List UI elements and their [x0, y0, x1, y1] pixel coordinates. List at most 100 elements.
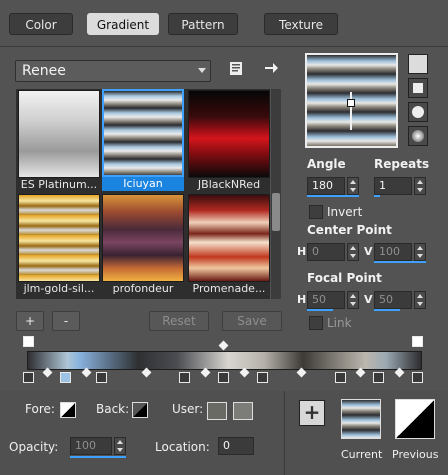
gradient-name: profondeur	[112, 282, 174, 295]
center-v-label: V	[364, 245, 373, 258]
angle-handle-knob[interactable]	[347, 99, 355, 107]
gradient-name: ES Platinum...	[20, 178, 98, 191]
repeats-input[interactable]: 1	[374, 177, 412, 195]
reset-button[interactable]: Reset	[149, 311, 209, 331]
chevron-down-icon	[198, 68, 206, 73]
color-stop[interactable]	[412, 372, 423, 383]
tab-gradient[interactable]: Gradient	[87, 13, 159, 35]
focal-h-spinner[interactable]	[347, 291, 359, 309]
center-v-input[interactable]: 100	[374, 243, 412, 261]
repeats-spinner[interactable]	[414, 177, 426, 195]
opacity-stop[interactable]	[23, 336, 34, 347]
link-checkbox[interactable]	[309, 316, 323, 330]
preset-select-value: Renee	[22, 63, 66, 79]
gradient-swatch	[102, 89, 184, 177]
tab-texture[interactable]: Texture	[264, 13, 338, 35]
color-stop[interactable]	[96, 372, 107, 383]
opacity-midpoint[interactable]	[218, 340, 229, 351]
opacity-input[interactable]: 100	[70, 437, 112, 455]
focal-v-input[interactable]: 50	[374, 291, 412, 309]
focal-h-label: H	[297, 293, 307, 306]
location-input[interactable]: 0	[218, 437, 254, 455]
opacity-label: Opacity:	[9, 440, 59, 454]
gradient-item-iciuyan[interactable]: Iciuyan	[102, 89, 184, 191]
linear-style-icon[interactable]	[408, 54, 428, 74]
color-stop[interactable]	[60, 372, 71, 383]
focal-point-label: Focal Point	[307, 271, 382, 285]
tab-divider	[0, 46, 448, 47]
focal-v-spinner[interactable]	[414, 291, 426, 309]
user-color-swatch-2[interactable]	[233, 402, 253, 420]
gradient-swatch	[188, 90, 270, 178]
gradient-name: JBlackNRed	[197, 178, 261, 191]
link-label: Link	[327, 316, 352, 330]
center-v-slider[interactable]	[374, 261, 426, 263]
save-preset-icon[interactable]	[229, 61, 244, 76]
center-point-label: Center Point	[307, 223, 392, 237]
tab-color[interactable]: Color	[9, 13, 73, 35]
location-label: Location:	[155, 440, 210, 454]
gradient-swatch	[18, 194, 100, 282]
invert-label: Invert	[327, 205, 363, 219]
color-stop[interactable]	[179, 372, 190, 383]
user-color-swatch[interactable]	[207, 402, 227, 420]
focal-h-input[interactable]: 50	[307, 291, 345, 309]
gradient-item-es-platinum[interactable]: ES Platinum...	[18, 90, 100, 192]
gradient-item-jlm-gold-sil[interactable]: jlm-gold-sil...	[18, 194, 100, 296]
gradient-item-jblacknred[interactable]: JBlackNRed	[188, 90, 270, 192]
angle-label: Angle	[307, 157, 346, 171]
gradient-swatch	[188, 194, 270, 282]
color-stop[interactable]	[335, 372, 346, 383]
fore-color-swatch[interactable]	[60, 402, 76, 418]
opacity-spinner[interactable]	[114, 437, 126, 455]
opacity-slider[interactable]	[70, 456, 126, 458]
angle-spinner[interactable]	[347, 177, 359, 195]
tab-pattern[interactable]: Pattern	[168, 13, 238, 35]
current-label: Current	[341, 448, 383, 461]
color-stop[interactable]	[23, 372, 34, 383]
sunburst-style-icon[interactable]	[408, 102, 428, 122]
gradient-name: Iciuyan	[102, 177, 184, 191]
user-label: User:	[172, 402, 204, 416]
scrollbar-thumb[interactable]	[272, 193, 280, 231]
color-stop[interactable]	[218, 372, 229, 383]
previous-swatch[interactable]	[395, 399, 435, 439]
opacity-stop[interactable]	[412, 336, 423, 347]
focal-v-label: V	[364, 293, 373, 306]
center-h-spinner[interactable]	[347, 243, 359, 261]
preset-select[interactable]: Renee	[15, 60, 211, 82]
focal-v-slider[interactable]	[374, 309, 400, 311]
angle-handle[interactable]	[350, 92, 352, 130]
repeats-slider[interactable]	[374, 195, 380, 197]
gradient-swatch	[18, 90, 100, 178]
fore-label: Fore:	[25, 402, 55, 416]
color-stop[interactable]	[373, 372, 384, 383]
angle-input[interactable]: 180	[307, 177, 345, 195]
center-v-spinner[interactable]	[414, 243, 426, 261]
add-gradient-button[interactable]: +	[16, 311, 44, 331]
rectangular-style-icon[interactable]	[408, 78, 428, 98]
back-label: Back:	[96, 402, 130, 416]
arrow-right-icon[interactable]	[263, 60, 279, 76]
back-color-swatch[interactable]	[132, 402, 148, 418]
gradient-name: Promenade...	[192, 282, 266, 295]
center-h-label: H	[297, 245, 307, 258]
gradient-name: jlm-gold-sil...	[23, 282, 95, 295]
focal-h-slider[interactable]	[307, 309, 333, 311]
angle-slider[interactable]	[307, 195, 359, 197]
panel-divider	[284, 391, 285, 475]
radial-style-icon[interactable]	[408, 126, 428, 146]
gradient-swatch	[102, 194, 184, 282]
gradient-grid: ES Platinum... Iciuyan JBlackNRed jlm-go…	[16, 89, 270, 299]
current-swatch[interactable]	[341, 399, 381, 439]
plus-icon[interactable]: +	[299, 400, 325, 426]
gradient-item-promenade[interactable]: Promenade...	[188, 194, 270, 296]
center-h-input[interactable]: 0	[307, 243, 345, 261]
save-button[interactable]: Save	[222, 311, 282, 331]
repeats-label: Repeats	[374, 157, 430, 171]
invert-checkbox[interactable]	[309, 205, 323, 219]
remove-gradient-button[interactable]: -	[52, 311, 80, 331]
previous-label: Previous	[392, 448, 439, 461]
gradient-item-profondeur[interactable]: profondeur	[102, 194, 184, 296]
color-stop[interactable]	[257, 372, 268, 383]
